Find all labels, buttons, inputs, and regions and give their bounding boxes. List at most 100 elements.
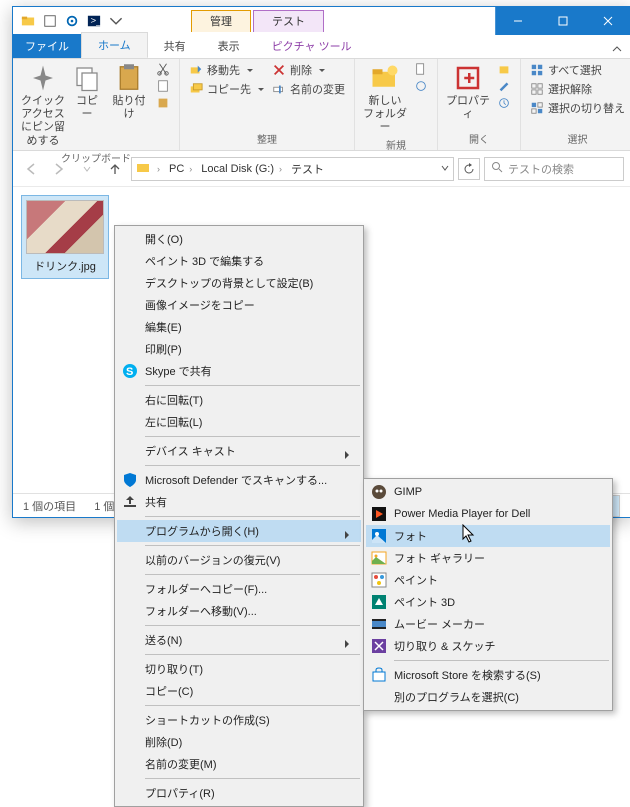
menu-item[interactable]: 開く(O) <box>117 228 361 250</box>
menu-item[interactable]: 画像イメージをコピー <box>117 294 361 316</box>
menu-item[interactable]: プロパティ(R) <box>117 782 361 804</box>
cut-button[interactable] <box>153 61 173 77</box>
menu-item[interactable]: デバイス キャスト <box>117 440 361 462</box>
menu-item[interactable]: ペイント 3D <box>366 591 610 613</box>
copy-button[interactable]: コピー <box>69 61 105 123</box>
menu-item-label: 送る(N) <box>145 632 182 648</box>
rename-button[interactable]: 名前の変更 <box>269 80 348 98</box>
ribbon-collapse-icon[interactable] <box>604 45 630 58</box>
up-button[interactable] <box>103 157 127 181</box>
minimize-button[interactable] <box>495 7 540 35</box>
copy-path-button[interactable] <box>153 78 173 94</box>
menu-item[interactable]: 左に回転(L) <box>117 411 361 433</box>
breadcrumb[interactable]: テスト <box>289 161 326 177</box>
history-button[interactable] <box>494 95 514 111</box>
menu-item[interactable]: ムービー メーカー <box>366 613 610 635</box>
paste-button[interactable]: 貼り付け <box>107 61 151 123</box>
pin-to-quick-access-button[interactable]: クイック アクセス にピン留めする <box>19 61 67 150</box>
menu-separator <box>145 385 360 386</box>
search-icon <box>491 161 503 176</box>
menu-item[interactable]: 削除(D) <box>117 731 361 753</box>
search-input[interactable]: テストの検索 <box>484 157 624 181</box>
tab-home[interactable]: ホーム <box>81 32 148 58</box>
new-item-button[interactable] <box>411 61 431 77</box>
easy-access-button[interactable] <box>411 78 431 94</box>
menu-item[interactable]: 名前の変更(M) <box>117 753 361 775</box>
menu-item[interactable]: フォト <box>366 525 610 547</box>
menu-item[interactable]: ショートカットの作成(S) <box>117 709 361 731</box>
breadcrumb-sep[interactable]: › <box>152 164 165 174</box>
invert-selection-button[interactable]: 選択の切り替え <box>527 99 628 117</box>
gear-icon[interactable] <box>61 10 83 32</box>
file-tab[interactable]: ファイル <box>13 34 81 58</box>
menu-item[interactable]: GIMP <box>366 481 610 503</box>
menu-item-label: ムービー メーカー <box>394 616 485 632</box>
contextual-tab-manage[interactable]: 管理 <box>191 10 251 32</box>
menu-separator <box>145 705 360 706</box>
paste-shortcut-button[interactable] <box>153 95 173 111</box>
breadcrumb[interactable]: Local Disk (G:)› <box>199 163 287 175</box>
tab-share[interactable]: 共有 <box>148 34 202 58</box>
recent-locations-button[interactable] <box>75 157 99 181</box>
properties-button[interactable]: プロパティ <box>444 61 492 123</box>
maximize-button[interactable] <box>540 7 585 35</box>
menu-item-label: プロパティ(R) <box>145 785 215 801</box>
menu-item[interactable]: フォルダーへコピー(F)... <box>117 578 361 600</box>
open-button[interactable] <box>494 61 514 77</box>
menu-item[interactable]: 右に回転(T) <box>117 389 361 411</box>
group-label: 選択 <box>568 131 588 148</box>
menu-item-label: フォルダーへコピー(F)... <box>145 581 267 597</box>
back-button[interactable] <box>19 157 43 181</box>
menu-item-label: Microsoft Store を検索する(S) <box>394 667 541 683</box>
pin-icon[interactable] <box>39 10 61 32</box>
menu-item[interactable]: Microsoft Store を検索する(S) <box>366 664 610 686</box>
menu-item-label: 切り取り & スケッチ <box>394 638 495 654</box>
movie-icon <box>371 616 387 632</box>
paint3d-icon <box>371 594 387 610</box>
menu-item[interactable]: SSkype で共有 <box>117 360 361 382</box>
file-thumbnail <box>26 200 104 254</box>
menu-item-label: Microsoft Defender でスキャンする... <box>145 472 327 488</box>
new-folder-button[interactable]: 新しい フォルダー <box>361 61 409 137</box>
menu-item[interactable]: フォルダーへ移動(V)... <box>117 600 361 622</box>
address-bar[interactable]: › PC› Local Disk (G:)› テスト <box>131 157 454 181</box>
delete-button[interactable]: 削除 <box>269 61 348 79</box>
menu-item[interactable]: Power Media Player for Dell <box>366 503 610 525</box>
menu-item[interactable]: 別のプログラムを選択(C) <box>366 686 610 708</box>
menu-item-label: 以前のバージョンの復元(V) <box>145 552 280 568</box>
address-dropdown-icon[interactable] <box>441 163 449 175</box>
menu-item[interactable]: 印刷(P) <box>117 338 361 360</box>
file-item[interactable]: ドリンク.jpg <box>21 195 109 279</box>
shield-icon <box>122 472 138 488</box>
menu-item[interactable]: 送る(N) <box>117 629 361 651</box>
copy-to-button[interactable]: コピー先 <box>186 80 267 98</box>
menu-item[interactable]: ペイント <box>366 569 610 591</box>
contextual-tab-test[interactable]: テスト <box>253 10 324 32</box>
tab-picture-tools[interactable]: ピクチャ ツール <box>256 34 368 58</box>
menu-item[interactable]: プログラムから開く(H) <box>117 520 361 542</box>
tab-view[interactable]: 表示 <box>202 34 256 58</box>
select-all-button[interactable]: すべて選択 <box>527 61 628 79</box>
folder-icon[interactable] <box>17 10 39 32</box>
menu-item[interactable]: 切り取り & スケッチ <box>366 635 610 657</box>
menu-item[interactable]: 切り取り(T) <box>117 658 361 680</box>
menu-item[interactable]: コピー(C) <box>117 680 361 702</box>
qat-dropdown[interactable] <box>105 10 127 32</box>
refresh-button[interactable] <box>458 158 480 180</box>
powershell-icon[interactable]: >_ <box>83 10 105 32</box>
menu-item[interactable]: ペイント 3D で編集する <box>117 250 361 272</box>
menu-item[interactable]: 編集(E) <box>117 316 361 338</box>
forward-button[interactable] <box>47 157 71 181</box>
close-button[interactable] <box>585 7 630 35</box>
menu-item[interactable]: 以前のバージョンの復元(V) <box>117 549 361 571</box>
select-none-button[interactable]: 選択解除 <box>527 80 628 98</box>
edit-button[interactable] <box>494 78 514 94</box>
menu-item[interactable]: 共有 <box>117 491 361 513</box>
move-to-button[interactable]: 移動先 <box>186 61 267 79</box>
breadcrumb[interactable]: PC› <box>167 163 197 175</box>
menu-item[interactable]: デスクトップの背景として設定(B) <box>117 272 361 294</box>
menu-separator <box>145 465 360 466</box>
menu-separator <box>145 654 360 655</box>
menu-item[interactable]: フォト ギャラリー <box>366 547 610 569</box>
menu-item[interactable]: Microsoft Defender でスキャンする... <box>117 469 361 491</box>
